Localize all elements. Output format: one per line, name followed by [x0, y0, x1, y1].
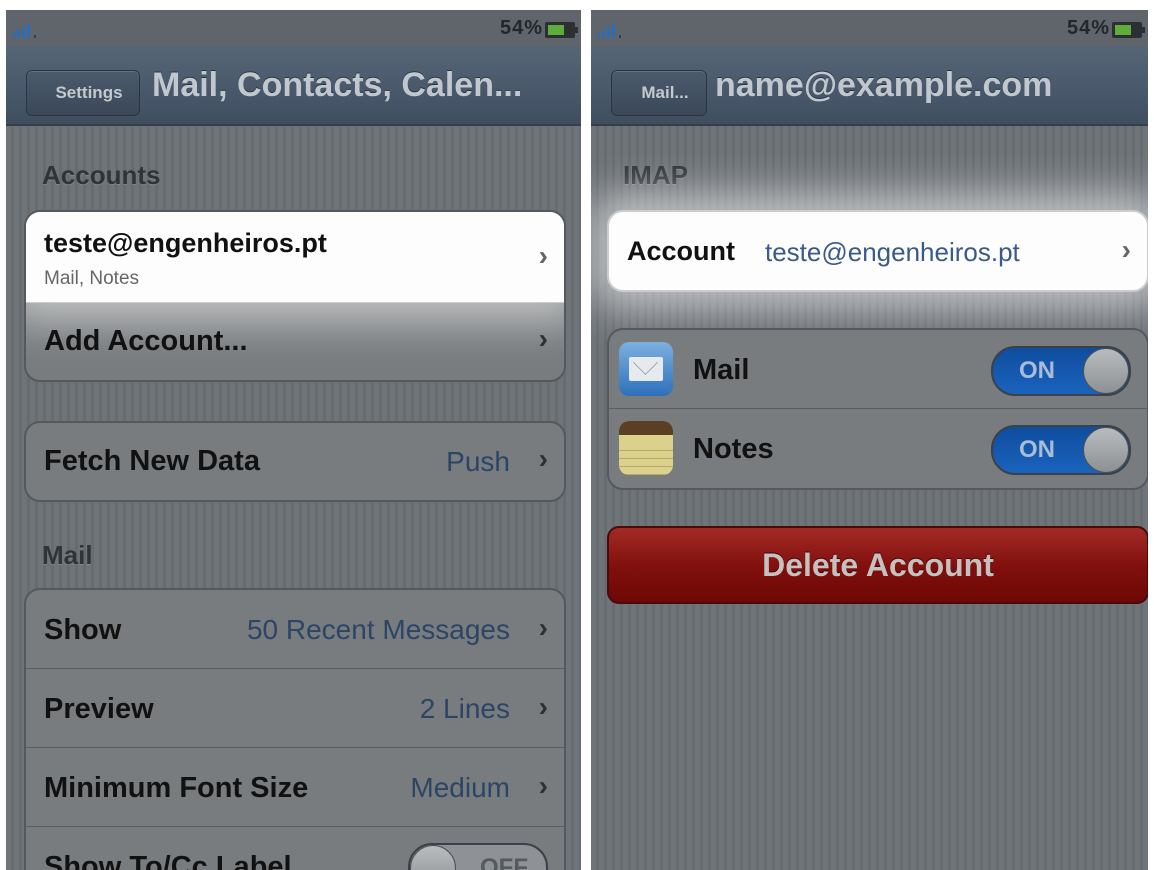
toggle-knob: [410, 845, 456, 870]
notes-toggle[interactable]: ON: [991, 425, 1131, 475]
preview-label: Preview: [44, 693, 154, 725]
minimum-font-size-value: Medium: [410, 772, 510, 803]
toggle-knob: [1083, 348, 1129, 394]
show-label: Show: [44, 614, 122, 646]
fetch-new-data-label: Fetch New Data: [44, 445, 260, 477]
fetch-new-data-row[interactable]: Fetch New Data Push ›: [26, 423, 564, 500]
show-to-cc-toggle[interactable]: OFF: [408, 843, 548, 870]
notes-service-row: Notes ON: [609, 409, 1147, 487]
settings-mail-screen: 54% Settings Mail, Contacts, Calen... Ac…: [6, 10, 581, 870]
toggle-state: OFF: [480, 854, 528, 870]
account-row[interactable]: Account teste@engenheiros.pt ›: [609, 212, 1147, 290]
account-row-teste[interactable]: teste@engenheiros.pt Mail, Notes ›: [26, 212, 564, 303]
account-group: Account teste@engenheiros.pt ›: [607, 210, 1148, 292]
chevron-right-icon: ›: [538, 323, 548, 354]
show-value: 50 Recent Messages: [246, 614, 510, 645]
fetch-group: Fetch New Data Push ›: [24, 421, 566, 502]
section-header-imap: IMAP: [623, 160, 688, 190]
add-account-label: Add Account...: [44, 325, 248, 357]
preview-value: 2 Lines: [419, 693, 510, 724]
back-button-label: Mail...: [641, 83, 689, 102]
status-bar: 54%: [6, 10, 581, 46]
chevron-right-icon: ›: [538, 770, 548, 801]
back-button-label: Settings: [55, 83, 123, 102]
page-title: Mail, Contacts, Calen...: [152, 66, 523, 104]
signal-icon: [597, 24, 621, 38]
chevron-right-icon: ›: [1121, 234, 1131, 265]
fetch-new-data-value: Push: [446, 446, 510, 477]
chevron-right-icon: ›: [538, 443, 548, 474]
show-to-cc-label-row: Show To/Cc Label OFF: [26, 827, 564, 870]
accounts-group: teste@engenheiros.pt Mail, Notes › Add A…: [24, 210, 566, 382]
battery-icon: [1112, 22, 1145, 38]
minimum-font-size-row[interactable]: Minimum Font Size Medium ›: [26, 748, 564, 827]
mail-settings-group: Show 50 Recent Messages › Preview 2 Line…: [24, 588, 566, 870]
battery-percentage: 54%: [499, 17, 543, 39]
chevron-right-icon: ›: [538, 691, 548, 722]
mail-service-row: Mail ON: [609, 330, 1147, 409]
minimum-font-size-label: Minimum Font Size: [44, 772, 309, 804]
account-label: Account: [627, 236, 735, 266]
mail-app-icon: [619, 342, 673, 396]
back-button[interactable]: Mail...: [611, 70, 707, 116]
back-button[interactable]: Settings: [26, 70, 140, 116]
account-detail-screen: 54% Mail... name@example.com IMAP Accoun…: [591, 10, 1148, 870]
notes-service-label: Notes: [693, 433, 774, 465]
mail-service-label: Mail: [693, 354, 750, 386]
battery-icon: [545, 22, 578, 38]
notes-app-icon: [619, 421, 673, 475]
delete-account-label: Delete Account: [762, 546, 994, 583]
status-bar: 54%: [591, 10, 1148, 46]
preview-row[interactable]: Preview 2 Lines ›: [26, 669, 564, 748]
chevron-right-icon: ›: [538, 240, 548, 271]
battery-percentage: 54%: [1066, 17, 1110, 39]
section-header-accounts: Accounts: [42, 160, 161, 190]
navigation-bar: Mail... name@example.com: [591, 46, 1148, 126]
section-header-mail: Mail: [42, 540, 93, 570]
delete-account-button[interactable]: Delete Account: [607, 526, 1148, 604]
account-value: teste@engenheiros.pt: [765, 237, 1020, 267]
services-group: Mail ON Notes ON: [607, 328, 1148, 490]
signal-icon: [12, 24, 36, 38]
toggle-state: ON: [1019, 357, 1055, 384]
toggle-knob: [1083, 427, 1129, 473]
mail-toggle[interactable]: ON: [991, 346, 1131, 396]
account-email: teste@engenheiros.pt: [44, 228, 327, 258]
toggle-state: ON: [1019, 436, 1055, 463]
navigation-bar: Settings Mail, Contacts, Calen...: [6, 46, 581, 126]
add-account-row[interactable]: Add Account... ›: [26, 303, 564, 380]
page-title: name@example.com: [715, 66, 1053, 104]
show-to-cc-label: Show To/Cc Label: [44, 851, 292, 870]
show-row[interactable]: Show 50 Recent Messages ›: [26, 590, 564, 669]
account-services: Mail, Notes: [44, 268, 140, 289]
chevron-right-icon: ›: [538, 612, 548, 643]
